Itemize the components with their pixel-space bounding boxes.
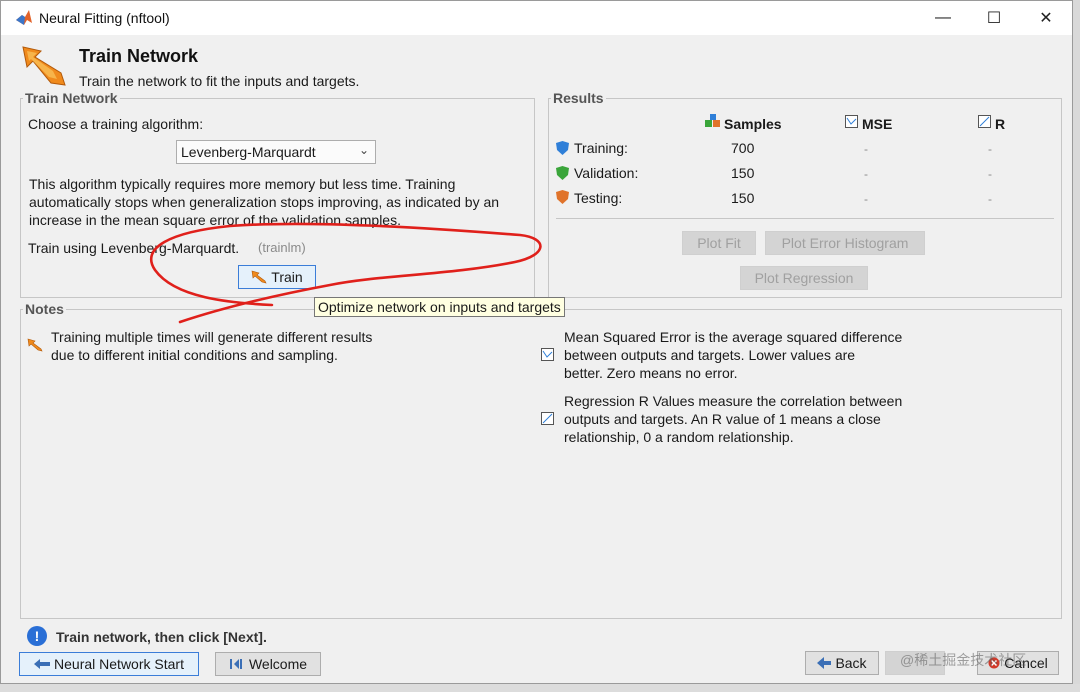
training-mse: - <box>864 142 868 156</box>
note-mse-line-2: between outputs and targets. Lower value… <box>564 347 856 363</box>
training-row-label: Training: <box>574 140 628 156</box>
train-using-label: Train using Levenberg-Marquardt. <box>28 240 240 256</box>
close-button[interactable]: ✕ <box>1023 1 1069 35</box>
chevron-down-icon: ⌄ <box>358 143 369 157</box>
validation-mse: - <box>864 167 868 181</box>
note-mse-line-3: better. Zero means no error. <box>564 365 738 381</box>
results-panel-label: Results <box>551 90 606 106</box>
mse-note-icon <box>541 348 554 361</box>
neural-network-start-button[interactable]: Neural Network Start <box>19 652 199 676</box>
training-shield-icon <box>556 141 569 155</box>
note-training-line-1: Training multiple times will generate di… <box>51 329 373 345</box>
matlab-logo-icon <box>16 10 32 25</box>
plot-error-histogram-button[interactable]: Plot Error Histogram <box>765 231 925 255</box>
train-tooltip: Optimize network on inputs and targets <box>314 297 565 317</box>
train-button[interactable]: Train <box>238 265 316 289</box>
note-r-line-1: Regression R Values measure the correlat… <box>564 393 903 409</box>
neural-network-start-label: Neural Network Start <box>54 656 184 672</box>
note-mse-line-1: Mean Squared Error is the average square… <box>564 329 903 345</box>
testing-row-label: Testing: <box>574 190 623 206</box>
algorithm-description-line-3: increase in the mean square error of the… <box>29 212 401 228</box>
validation-row-label: Validation: <box>574 165 639 181</box>
background-app-bottom <box>0 684 1080 692</box>
note-r-line-2: outputs and targets. An R value of 1 mea… <box>564 411 881 427</box>
info-icon: ! <box>27 626 47 646</box>
background-app-strip <box>1073 0 1080 692</box>
window-title: Neural Fitting (nftool) <box>39 10 170 26</box>
back-arrow-icon <box>817 657 832 669</box>
validation-shield-icon <box>556 166 569 180</box>
samples-column-header: Samples <box>724 116 782 132</box>
choose-algorithm-label: Choose a training algorithm: <box>28 116 204 132</box>
notes-panel-label: Notes <box>23 301 66 317</box>
training-r: - <box>988 142 992 156</box>
mse-column-header: MSE <box>862 116 893 132</box>
algorithm-select-value: Levenberg-Marquardt <box>181 144 316 160</box>
plot-regression-button[interactable]: Plot Regression <box>740 266 868 290</box>
testing-mse: - <box>864 192 868 206</box>
mse-icon <box>845 115 858 128</box>
title-bar: Neural Fitting (nftool) — ☐ ✕ <box>1 1 1072 35</box>
page-title: Train Network <box>79 46 199 66</box>
note-training-line-2: due to different initial conditions and … <box>51 347 338 363</box>
algorithm-description-line-1: This algorithm typically requires more m… <box>29 176 456 192</box>
results-divider <box>556 218 1054 219</box>
samples-icon <box>705 114 720 127</box>
watermark: @稀土掘金技术社区 <box>900 652 1027 668</box>
nn-start-icon <box>34 659 51 669</box>
status-message: Train network, then click [Next]. <box>56 629 267 645</box>
train-note-icon <box>27 338 43 352</box>
training-samples: 700 <box>731 140 755 156</box>
algorithm-description-line-2: automatically stops when generalization … <box>29 194 500 210</box>
welcome-icon <box>229 659 242 669</box>
minimize-button[interactable]: — <box>920 1 966 35</box>
page-subtitle: Train the network to fit the inputs and … <box>79 73 360 89</box>
train-icon <box>251 270 267 284</box>
algorithm-select[interactable]: Levenberg-Marquardt ⌄ <box>176 140 376 164</box>
maximize-button[interactable]: ☐ <box>971 1 1017 35</box>
welcome-button[interactable]: Welcome <box>215 652 321 676</box>
testing-shield-icon <box>556 190 569 204</box>
back-button[interactable]: Back <box>805 651 879 675</box>
validation-samples: 150 <box>731 165 755 181</box>
train-button-label: Train <box>271 269 303 285</box>
train-function-name: (trainlm) <box>258 240 306 255</box>
note-r-line-3: relationship, 0 a random relationship. <box>564 429 794 445</box>
welcome-label: Welcome <box>248 656 308 672</box>
nftool-window: Neural Fitting (nftool) — ☐ ✕ Train Netw… <box>0 0 1073 684</box>
testing-samples: 150 <box>731 190 755 206</box>
regression-icon <box>978 115 991 128</box>
train-arrow-icon <box>22 46 66 86</box>
plot-fit-button[interactable]: Plot Fit <box>682 231 756 255</box>
r-column-header: R <box>995 116 1006 132</box>
testing-r: - <box>988 192 992 206</box>
train-network-panel-label: Train Network <box>23 90 120 106</box>
validation-r: - <box>988 167 992 181</box>
back-label: Back <box>835 655 867 671</box>
regression-note-icon <box>541 412 554 425</box>
